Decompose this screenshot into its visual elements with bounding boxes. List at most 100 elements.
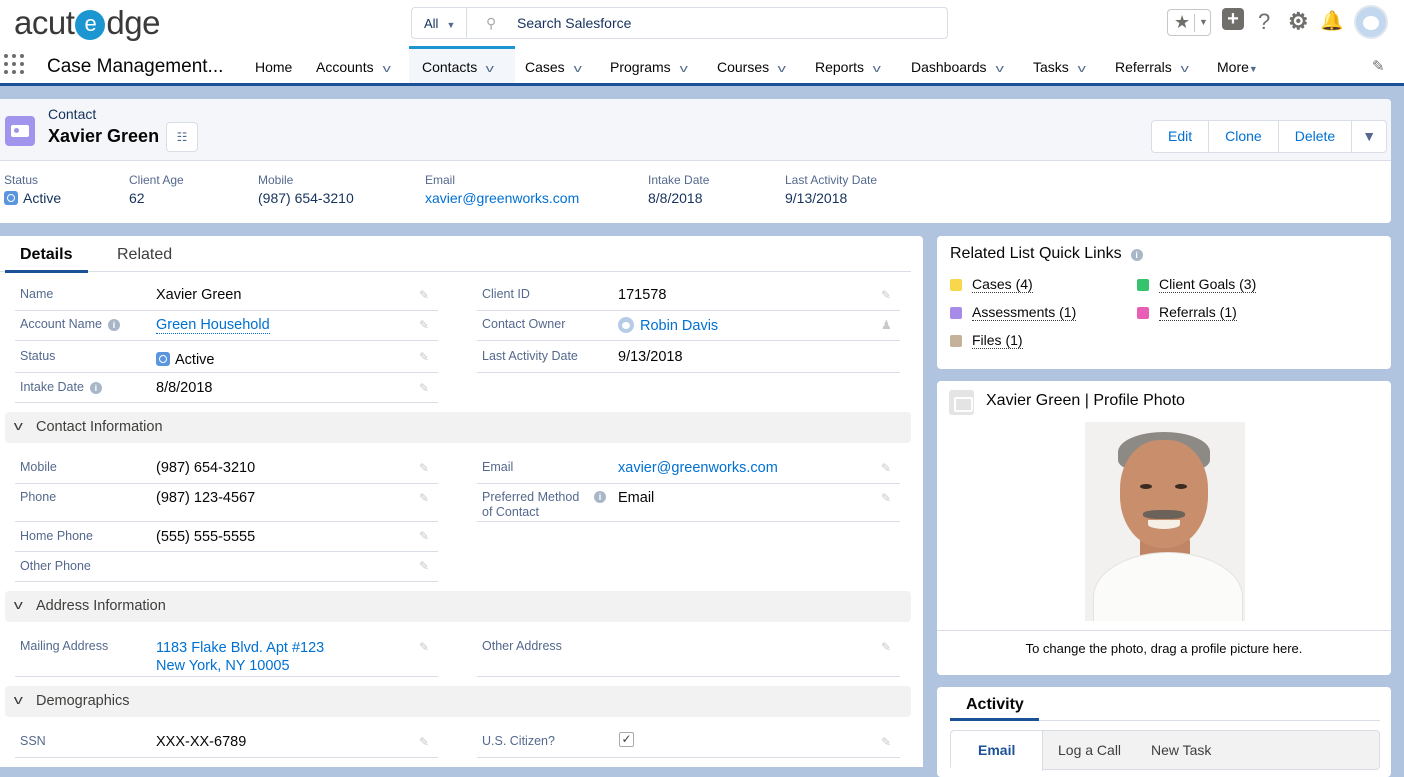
info-icon[interactable]: i xyxy=(107,319,120,331)
pencil-icon[interactable]: ✎ xyxy=(419,735,429,749)
pencil-icon[interactable]: ✎ xyxy=(881,461,891,475)
tab-activity[interactable]: Activity xyxy=(966,696,1024,714)
section-contact-information[interactable]: v Contact Information xyxy=(5,412,911,443)
favorites-button[interactable]: ★ ▼ xyxy=(1167,9,1211,36)
chevron-down-icon[interactable]: v xyxy=(873,63,881,75)
field-row-mailing-address: Mailing Address 1183 Flake Blvd. Apt #12… xyxy=(15,633,438,677)
tab-new-task[interactable]: New Task xyxy=(1151,742,1211,758)
pencil-icon[interactable]: ✎ xyxy=(419,529,429,543)
chevron-down-icon[interactable]: v xyxy=(573,63,581,75)
nav-item-programs[interactable]: Programs v xyxy=(610,46,688,83)
tab-related[interactable]: Related xyxy=(117,246,172,264)
chevron-down-icon[interactable]: v xyxy=(14,418,23,433)
pencil-icon[interactable]: ✎ xyxy=(881,640,891,654)
field-row-phone: Phone (987) 123-4567 ✎ xyxy=(15,484,438,522)
quick-link-assessments[interactable]: Assessments (1) xyxy=(972,304,1077,321)
pencil-icon[interactable]: ✎ xyxy=(881,288,891,302)
delete-button[interactable]: Delete xyxy=(1279,121,1353,152)
chevron-down-icon[interactable]: ▼ xyxy=(1194,14,1208,32)
section-address-information[interactable]: v Address Information xyxy=(5,591,911,622)
help-icon[interactable]: ? xyxy=(1258,9,1270,35)
info-icon[interactable]: i xyxy=(1130,249,1143,261)
pencil-icon[interactable]: ✎ xyxy=(419,350,429,364)
clone-button[interactable]: Clone xyxy=(1209,121,1279,152)
status-icon xyxy=(156,352,170,366)
field-value[interactable]: (555) 555-5555 xyxy=(156,529,255,545)
nav-item-more[interactable]: More▼ xyxy=(1217,46,1258,83)
chevron-down-icon[interactable]: v xyxy=(1077,63,1085,75)
user-avatar[interactable] xyxy=(1354,5,1388,39)
edit-nav-pencil-icon[interactable]: ✎ xyxy=(1372,57,1385,75)
info-icon[interactable]: i xyxy=(89,382,102,394)
acutedge-logo[interactable]: acut e dge xyxy=(14,4,160,42)
owner-link[interactable]: Robin Davis xyxy=(640,318,718,334)
gear-icon[interactable]: ⚙ xyxy=(1288,8,1309,35)
nav-label: Home xyxy=(255,59,293,75)
nav-label: Accounts xyxy=(316,59,374,75)
field-label: of Contact xyxy=(482,505,539,519)
plus-icon[interactable]: + xyxy=(1222,8,1244,30)
nav-item-home[interactable]: Home xyxy=(255,46,292,83)
search-scope-dropdown[interactable]: All ▼ xyxy=(411,7,467,39)
pencil-icon[interactable]: ✎ xyxy=(419,381,429,395)
chevron-down-icon[interactable]: v xyxy=(486,63,494,75)
chevron-down-icon[interactable]: v xyxy=(382,63,390,75)
nav-item-reports[interactable]: Reports v xyxy=(815,46,881,83)
address-link-line2[interactable]: New York, NY 10005 xyxy=(156,658,290,674)
address-link-line1[interactable]: 1183 Flake Blvd. Apt #123 xyxy=(156,640,324,656)
nav-item-tasks[interactable]: Tasks v xyxy=(1033,46,1086,83)
pencil-icon[interactable]: ✎ xyxy=(419,559,429,573)
chevron-down-icon[interactable]: v xyxy=(1180,63,1188,75)
quick-link-client-goals[interactable]: Client Goals (3) xyxy=(1159,276,1257,293)
quick-link-cases[interactable]: Cases (4) xyxy=(972,276,1033,293)
chevron-down-icon[interactable]: v xyxy=(14,597,23,612)
account-link[interactable]: Green Household xyxy=(156,317,270,334)
field-value[interactable]: (987) 654-3210 xyxy=(258,190,354,206)
bell-icon[interactable]: 🔔 xyxy=(1320,9,1344,33)
nav-item-cases[interactable]: Cases v xyxy=(525,46,582,83)
chevron-down-icon[interactable]: v xyxy=(679,63,687,75)
pencil-icon[interactable]: ✎ xyxy=(419,461,429,475)
field-value[interactable]: (987) 123-4567 xyxy=(156,490,255,506)
field-value[interactable]: (987) 654-3210 xyxy=(156,460,255,476)
nav-item-referrals[interactable]: Referrals v xyxy=(1115,46,1189,83)
tab-details[interactable]: Details xyxy=(5,246,89,273)
section-title: Demographics xyxy=(36,693,130,709)
pencil-icon[interactable]: ✎ xyxy=(419,318,429,332)
email-link[interactable]: xavier@greenworks.com xyxy=(618,460,778,476)
quick-link-files[interactable]: Files (1) xyxy=(972,332,1023,349)
tab-log-a-call[interactable]: Log a Call xyxy=(1058,742,1121,758)
search-input[interactable]: ⚲ Search Salesforce xyxy=(466,7,948,39)
header-field-intake-date: Intake Date 8/8/2018 xyxy=(648,173,709,206)
field-value: Active xyxy=(23,190,62,206)
logo-text-pre: acut xyxy=(14,4,75,41)
email-link[interactable]: xavier@greenworks.com xyxy=(425,190,579,206)
pencil-icon[interactable]: ✎ xyxy=(881,491,891,505)
more-actions-chevron-icon[interactable]: ▼ xyxy=(1352,121,1386,152)
pencil-icon[interactable]: ✎ xyxy=(419,288,429,302)
chevron-down-icon[interactable]: v xyxy=(14,692,23,707)
pencil-icon[interactable]: ✎ xyxy=(419,491,429,505)
field-label: Contact Owner xyxy=(482,317,566,331)
photo-drop-hint[interactable]: To change the photo, drag a profile pict… xyxy=(937,630,1391,675)
nav-item-courses[interactable]: Courses v xyxy=(717,46,786,83)
pencil-icon[interactable]: ✎ xyxy=(881,735,891,749)
edit-button[interactable]: Edit xyxy=(1152,121,1210,152)
nav-item-dashboards[interactable]: Dashboards v xyxy=(911,46,1003,83)
app-launcher-icon[interactable] xyxy=(4,54,26,76)
field-row-preferred-method: Preferred Method of Contact i Email ✎ xyxy=(477,484,900,522)
tab-email[interactable]: Email xyxy=(978,742,1015,758)
section-demographics[interactable]: v Demographics xyxy=(5,686,911,717)
profile-photo[interactable] xyxy=(1085,422,1245,621)
change-owner-icon[interactable]: ♟ xyxy=(881,318,892,332)
quick-link-referrals[interactable]: Referrals (1) xyxy=(1159,304,1237,321)
pencil-icon[interactable]: ✎ xyxy=(419,640,429,654)
chevron-down-icon[interactable]: v xyxy=(995,63,1003,75)
field-value: 62 xyxy=(129,190,145,206)
info-icon[interactable]: i xyxy=(594,491,606,503)
chevron-down-icon[interactable]: v xyxy=(778,63,786,75)
nav-item-contacts[interactable]: Contacts v xyxy=(409,46,515,83)
nav-item-accounts[interactable]: Accounts v xyxy=(316,46,390,83)
camera-icon xyxy=(949,390,974,415)
hierarchy-icon[interactable]: ☷ xyxy=(166,122,198,152)
